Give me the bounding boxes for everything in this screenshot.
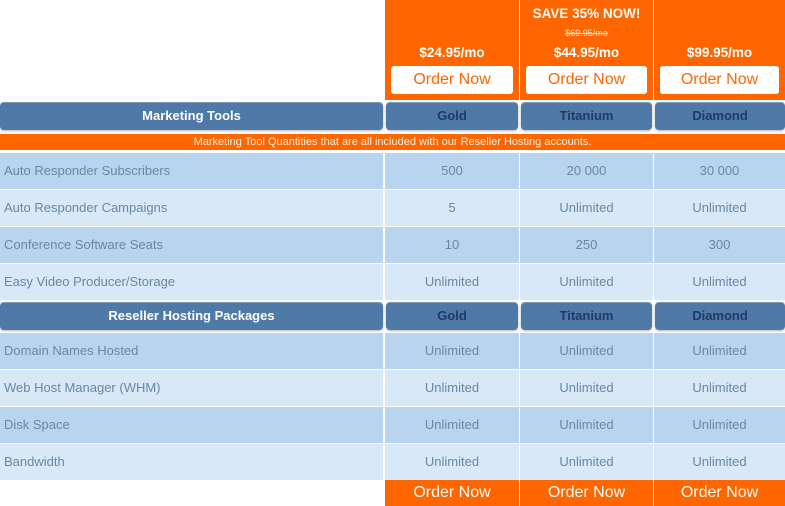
row-value: Unlimited bbox=[385, 264, 519, 300]
row-value: 250 bbox=[520, 227, 653, 263]
order-now-button-diamond[interactable]: Order Now bbox=[660, 66, 779, 94]
col-header-titanium: Titanium bbox=[521, 102, 652, 130]
order-now-button-bottom-gold[interactable]: Order Now bbox=[385, 480, 519, 506]
row-value: Unlimited bbox=[520, 264, 653, 300]
row-label: Auto Responder Campaigns bbox=[0, 190, 383, 226]
row-value: Unlimited bbox=[385, 407, 519, 443]
promo-label: SAVE 35% NOW! bbox=[532, 6, 641, 21]
plan-header-gold: $24.95/mo Order Now bbox=[385, 0, 519, 100]
plan-header-diamond: $99.95/mo Order Now bbox=[654, 0, 785, 100]
info-banner: Marketing Tool Quantities that are all i… bbox=[0, 134, 785, 150]
row-value: 20 000 bbox=[520, 153, 653, 189]
order-now-button-gold[interactable]: Order Now bbox=[391, 66, 513, 94]
col-header-gold: Gold bbox=[386, 302, 518, 330]
row-value: 10 bbox=[385, 227, 519, 263]
plan-header-titanium: SAVE 35% NOW! $69.95/mo $44.95/mo Order … bbox=[520, 0, 653, 100]
col-header-gold: Gold bbox=[386, 102, 518, 130]
row-value: Unlimited bbox=[520, 333, 653, 369]
row-label: Easy Video Producer/Storage bbox=[0, 264, 383, 300]
row-value: Unlimited bbox=[654, 407, 785, 443]
row-label: Domain Names Hosted bbox=[0, 333, 383, 369]
col-header-titanium: Titanium bbox=[521, 302, 652, 330]
row-value: Unlimited bbox=[654, 333, 785, 369]
order-now-button-bottom-diamond[interactable]: Order Now bbox=[654, 480, 785, 506]
row-value: Unlimited bbox=[520, 407, 653, 443]
row-value: 30 000 bbox=[654, 153, 785, 189]
col-header-diamond: Diamond bbox=[655, 102, 785, 130]
row-value: Unlimited bbox=[520, 444, 653, 480]
price-diamond: $99.95/mo bbox=[686, 45, 753, 60]
row-value: Unlimited bbox=[654, 444, 785, 480]
old-price: $69.95/mo bbox=[565, 28, 608, 38]
order-now-button-bottom-titanium[interactable]: Order Now bbox=[520, 480, 653, 506]
section-header-hosting: Reseller Hosting Packages bbox=[0, 302, 383, 330]
row-label: Web Host Manager (WHM) bbox=[0, 370, 383, 406]
row-value: Unlimited bbox=[654, 264, 785, 300]
row-value: Unlimited bbox=[385, 333, 519, 369]
row-value: Unlimited bbox=[385, 370, 519, 406]
col-header-diamond: Diamond bbox=[655, 302, 785, 330]
price-titanium: $44.95/mo bbox=[553, 45, 620, 60]
order-now-button-titanium[interactable]: Order Now bbox=[526, 66, 647, 94]
row-label: Auto Responder Subscribers bbox=[0, 153, 383, 189]
row-value: 5 bbox=[385, 190, 519, 226]
row-label: Conference Software Seats bbox=[0, 227, 383, 263]
row-value: Unlimited bbox=[385, 444, 519, 480]
row-value: Unlimited bbox=[520, 190, 653, 226]
row-label: Bandwidth bbox=[0, 444, 383, 480]
section-header-marketing: Marketing Tools bbox=[0, 102, 383, 130]
row-value: 500 bbox=[385, 153, 519, 189]
row-value: 300 bbox=[654, 227, 785, 263]
row-value: Unlimited bbox=[520, 370, 653, 406]
row-value: Unlimited bbox=[654, 370, 785, 406]
row-value: Unlimited bbox=[654, 190, 785, 226]
price-gold: $24.95/mo bbox=[419, 45, 485, 60]
row-label: Disk Space bbox=[0, 407, 383, 443]
